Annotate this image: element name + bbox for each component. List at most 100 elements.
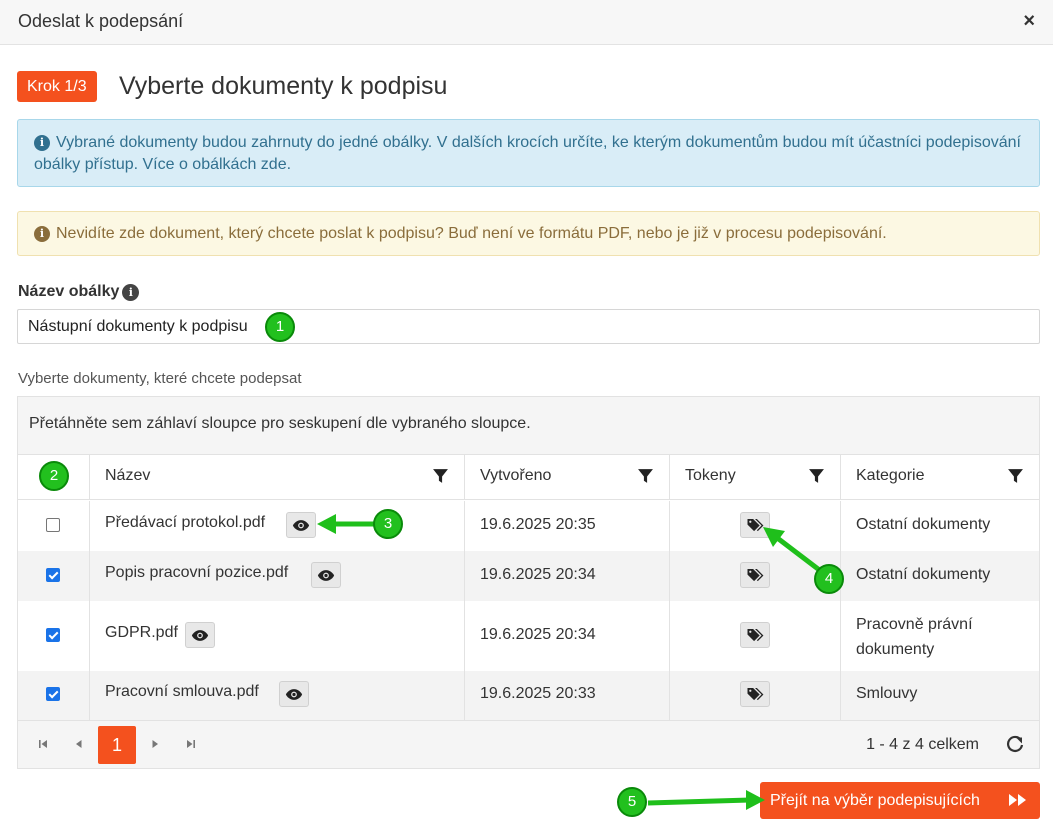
- table-row[interactable]: GDPR.pdf 19.6.2025 20:34 Pracovně právní…: [18, 601, 1039, 671]
- documents-grid: Přetáhněte sem záhlaví sloupce pro sesku…: [17, 396, 1040, 769]
- preview-button[interactable]: [279, 681, 309, 707]
- envelope-name-label-text: Název obálky: [18, 283, 120, 300]
- row-checkbox[interactable]: [46, 568, 60, 582]
- table-row[interactable]: Předávací protokol.pdf 19.6.2025 20:35 O…: [18, 501, 1039, 551]
- group-drop-area[interactable]: Přetáhněte sem záhlaví sloupce pro sesku…: [18, 397, 1039, 455]
- eye-icon: [292, 520, 310, 531]
- eye-icon: [191, 630, 209, 641]
- column-header-created[interactable]: Vytvořeno: [464, 455, 669, 500]
- created-cell: 19.6.2025 20:33: [464, 671, 669, 720]
- info-alert-text: Vybrané dokumenty budou zahrnuty do jedn…: [34, 134, 1021, 173]
- modal-title: Odeslat k podepsání: [18, 11, 184, 31]
- warning-alert: i Nevidíte zde dokument, který chcete pos…: [17, 211, 1040, 256]
- arrow-5: [647, 797, 751, 806]
- eye-icon: [285, 689, 303, 700]
- preview-button[interactable]: [286, 512, 316, 538]
- column-header-label: Tokeny: [685, 467, 736, 484]
- page-button-current[interactable]: 1: [98, 726, 136, 764]
- tokens-button[interactable]: [740, 562, 770, 588]
- created-cell: 19.6.2025 20:34: [464, 601, 669, 671]
- modal-header: Odeslat k podepsání ×: [0, 0, 1053, 45]
- next-page-icon[interactable]: [147, 736, 163, 752]
- category-text: Smlouvy: [856, 685, 918, 702]
- category-text: Pracovně právní dokumenty: [856, 616, 973, 658]
- select-cell: [18, 501, 89, 551]
- name-cell: Popis pracovní pozice.pdf: [89, 551, 464, 601]
- category-cell: Ostatní dokumenty: [840, 551, 1039, 601]
- document-name: Popis pracovní pozice.pdf: [105, 564, 289, 581]
- envelope-name-label: Název obálky i: [18, 283, 140, 301]
- info-icon: i: [34, 226, 50, 242]
- created-cell: 19.6.2025 20:35: [464, 501, 669, 551]
- name-cell: Pracovní smlouva.pdf: [89, 671, 464, 720]
- close-icon[interactable]: ×: [1023, 10, 1035, 33]
- column-header-label: Název: [105, 467, 151, 484]
- go-to-signers-label: Přejít na výběr podepisujících: [770, 792, 980, 809]
- preview-button[interactable]: [185, 622, 215, 648]
- column-header-tokens[interactable]: Tokeny: [669, 455, 840, 500]
- category-text: Ostatní dokumenty: [856, 566, 991, 583]
- tag-icon: [747, 628, 764, 642]
- last-page-icon[interactable]: [183, 736, 199, 752]
- tokens-button[interactable]: [740, 622, 770, 648]
- category-cell: Pracovně právní dokumenty: [840, 601, 1039, 671]
- created-date: 19.6.2025 20:34: [480, 566, 596, 583]
- row-checkbox[interactable]: [46, 687, 60, 701]
- callout-1: 1: [265, 312, 295, 342]
- tag-icon: [747, 518, 764, 532]
- created-date: 19.6.2025 20:35: [480, 516, 596, 533]
- filter-icon[interactable]: [1007, 468, 1024, 485]
- row-checkbox[interactable]: [46, 628, 60, 642]
- tokens-cell: [669, 671, 840, 720]
- filter-icon[interactable]: [432, 468, 449, 485]
- group-hint: Přetáhněte sem záhlaví sloupce pro sesku…: [29, 415, 531, 432]
- tokens-cell: [669, 501, 840, 551]
- callout-2: 2: [39, 461, 69, 491]
- category-cell: Smlouvy: [840, 671, 1039, 720]
- column-header-name[interactable]: Název: [89, 455, 464, 500]
- select-cell: [18, 671, 89, 720]
- info-icon[interactable]: i: [122, 284, 140, 301]
- document-name: Předávací protokol.pdf: [105, 514, 266, 531]
- column-header-label: Kategorie: [856, 467, 925, 484]
- filter-icon[interactable]: [637, 468, 654, 485]
- documents-label: Vyberte dokumenty, které chcete podepsat: [18, 370, 302, 387]
- tokens-cell: [669, 601, 840, 671]
- first-page-icon[interactable]: [35, 736, 51, 752]
- refresh-icon[interactable]: [1005, 734, 1025, 754]
- name-cell: GDPR.pdf: [89, 601, 464, 671]
- table-row[interactable]: Pracovní smlouva.pdf 19.6.2025 20:33 Sml…: [18, 671, 1039, 720]
- preview-button[interactable]: [311, 562, 341, 588]
- tag-icon: [747, 687, 764, 701]
- eye-icon: [317, 570, 335, 581]
- column-header-label: Vytvořeno: [480, 467, 552, 484]
- callout-5: 5: [617, 787, 647, 817]
- go-to-signers-button[interactable]: Přejít na výběr podepisujících: [760, 782, 1040, 819]
- category-cell: Ostatní dokumenty: [840, 501, 1039, 551]
- category-text: Ostatní dokumenty: [856, 516, 991, 533]
- table-row[interactable]: Popis pracovní pozice.pdf 19.6.2025 20:3…: [18, 551, 1039, 601]
- document-name: GDPR.pdf: [105, 624, 178, 641]
- filter-icon[interactable]: [808, 468, 825, 485]
- created-date: 19.6.2025 20:33: [480, 685, 596, 702]
- row-checkbox[interactable]: [46, 518, 60, 532]
- step-badge: Krok 1/3: [17, 71, 97, 102]
- step-title: Vyberte dokumenty k podpisu: [119, 72, 448, 100]
- prev-page-icon[interactable]: [71, 736, 87, 752]
- column-header-category[interactable]: Kategorie: [840, 455, 1039, 500]
- info-alert: i Vybrané dokumenty budou zahrnuty do jed…: [17, 119, 1040, 187]
- warning-alert-text: Nevidíte zde dokument, který chcete posl…: [56, 225, 887, 242]
- envelope-name-input[interactable]: [17, 309, 1040, 344]
- tokens-button[interactable]: [740, 681, 770, 707]
- select-cell: [18, 551, 89, 601]
- name-cell: Předávací protokol.pdf: [89, 501, 464, 551]
- document-name: Pracovní smlouva.pdf: [105, 683, 259, 700]
- created-cell: 19.6.2025 20:34: [464, 551, 669, 601]
- info-icon: i: [34, 135, 50, 151]
- callout-4: 4: [814, 564, 844, 594]
- fast-forward-icon: [1009, 794, 1026, 806]
- select-cell: [18, 601, 89, 671]
- pager-info: 1 - 4 z 4 celkem: [866, 736, 979, 753]
- callout-3: 3: [373, 509, 403, 539]
- tokens-button[interactable]: [740, 512, 770, 538]
